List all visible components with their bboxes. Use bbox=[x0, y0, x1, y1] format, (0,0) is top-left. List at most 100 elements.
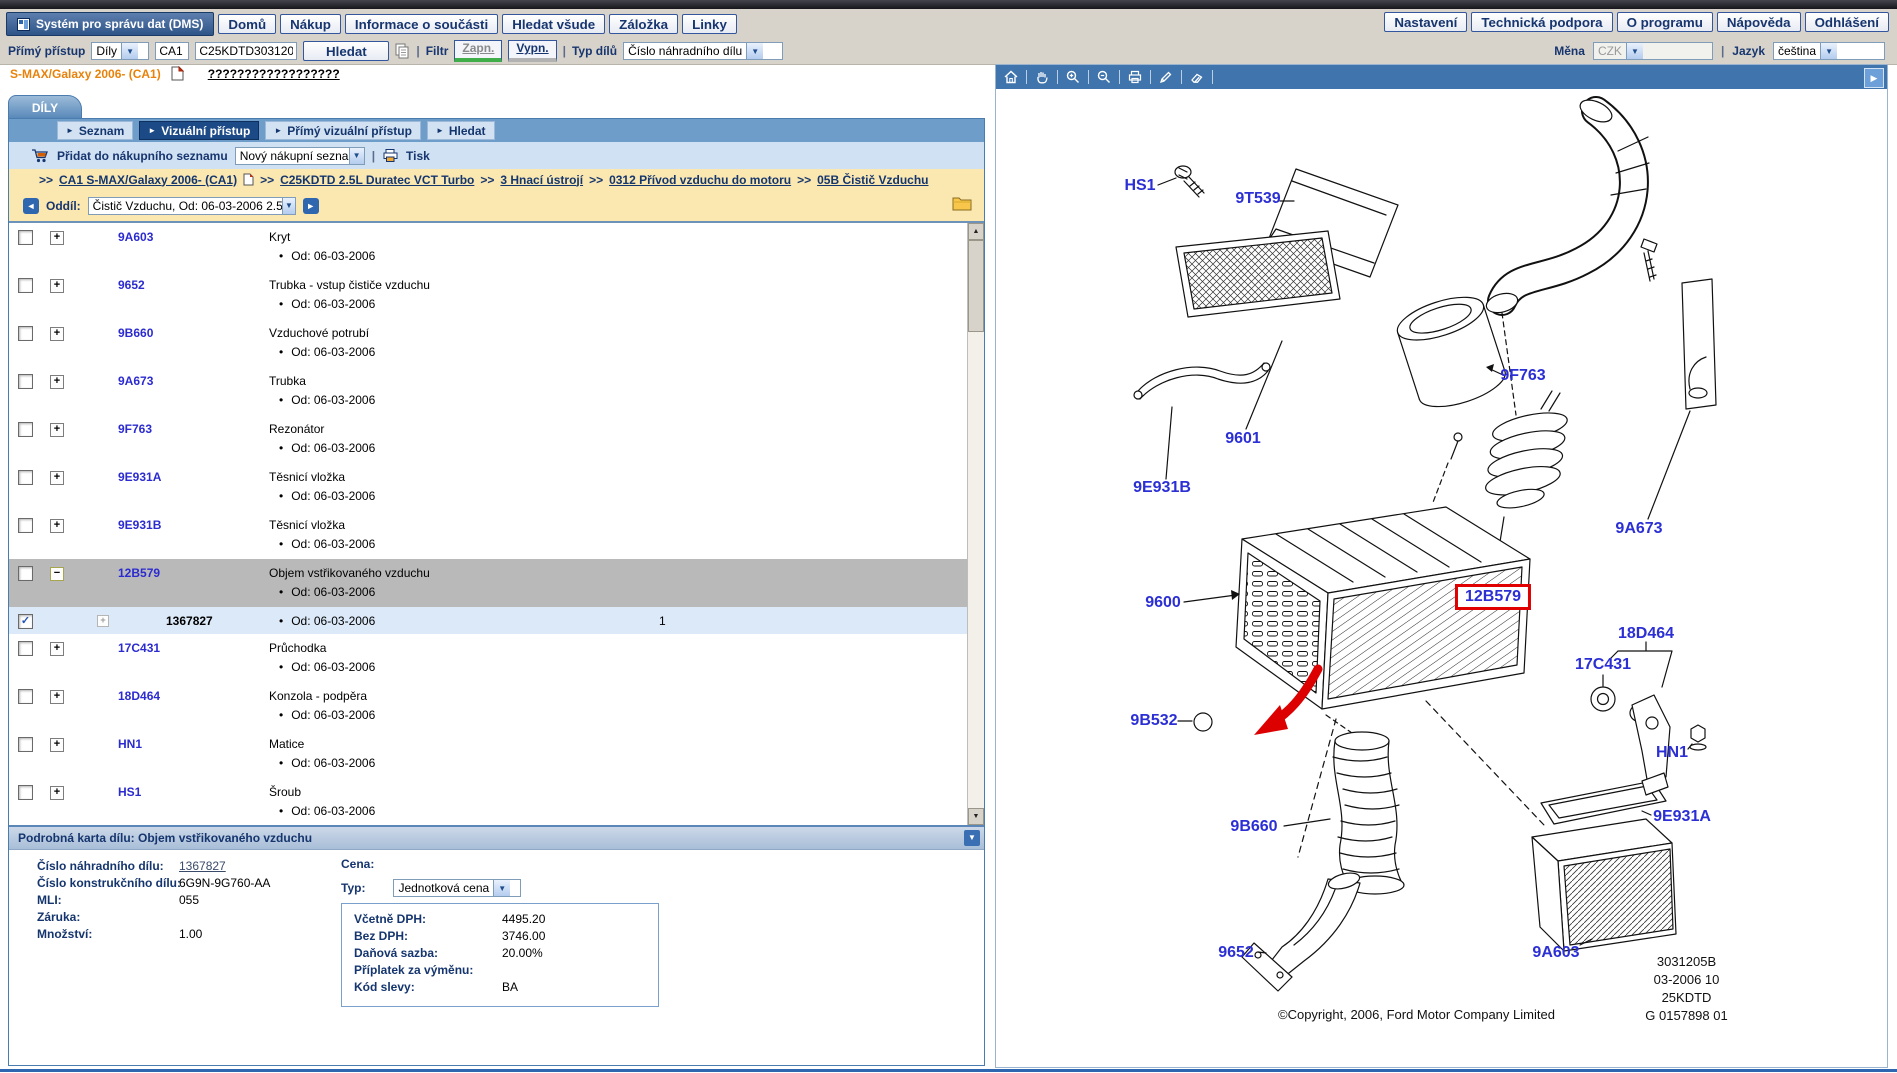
table-row-17C431[interactable]: +17C431Průchodka•Od: 06-03-2006 bbox=[9, 634, 967, 683]
row-checkbox[interactable]: ✓ bbox=[18, 614, 33, 629]
print-diagram-icon[interactable] bbox=[1120, 65, 1150, 89]
part-code-link[interactable]: 17C431 bbox=[118, 641, 160, 655]
diagram-label-12b579[interactable]: 12B579 bbox=[1455, 584, 1531, 610]
part-code-link[interactable]: 9F763 bbox=[118, 422, 152, 436]
collapse-detail-button[interactable]: ▼ bbox=[964, 830, 980, 846]
diagram-label-9e931b[interactable]: 9E931B bbox=[1133, 479, 1191, 497]
search-button[interactable]: Hledat bbox=[303, 41, 389, 61]
tab-dily[interactable]: DÍLY bbox=[8, 95, 82, 119]
zoom-out-icon[interactable] bbox=[1089, 65, 1119, 89]
expand-icon[interactable]: + bbox=[50, 786, 64, 800]
table-row-9A673[interactable]: +9A673Trubka•Od: 06-03-2006 bbox=[9, 367, 967, 416]
table-scrollbar[interactable]: ▲ ▼ bbox=[967, 223, 984, 825]
direct-access-select[interactable]: Díly▼ bbox=[91, 42, 149, 60]
section-select[interactable]: Čistič Vzduchu, Od: 06-03-2006 2.5L Dura… bbox=[88, 197, 296, 215]
menu-informace-o-sou-sti[interactable]: Informace o součásti bbox=[345, 14, 498, 34]
home-icon[interactable] bbox=[996, 65, 1026, 89]
menu-hledat-v-ude[interactable]: Hledat všude bbox=[502, 14, 605, 34]
view-button-vizu-ln-p-stup[interactable]: ►Vizuální přístup bbox=[139, 121, 259, 140]
menu-linky[interactable]: Linky bbox=[682, 14, 737, 34]
diagram-label-18d464[interactable]: 18D464 bbox=[1618, 625, 1674, 643]
expand-icon[interactable]: + bbox=[50, 519, 64, 533]
expand-icon[interactable]: + bbox=[50, 642, 64, 656]
copy-icon[interactable] bbox=[395, 43, 410, 59]
section-next-button[interactable]: ► bbox=[303, 198, 319, 214]
pan-hand-icon[interactable] bbox=[1027, 65, 1057, 89]
expand-panel-button[interactable]: ▶ bbox=[1864, 68, 1884, 88]
collapse-icon[interactable]: − bbox=[50, 567, 64, 581]
breadcrumb-item-ca1-s-max-galaxy-2006-ca1[interactable]: CA1 S-MAX/Galaxy 2006- (CA1) bbox=[59, 173, 237, 187]
expand-icon[interactable]: + bbox=[50, 423, 64, 437]
table-row-HN1[interactable]: +HN1Matice•Od: 06-03-2006 bbox=[9, 730, 967, 779]
expand-icon[interactable]: + bbox=[97, 615, 109, 627]
table-row-12B579[interactable]: −12B579Objem vstřikovaného vzduchu•Od: 0… bbox=[9, 559, 967, 608]
part-code-link[interactable]: 12B579 bbox=[118, 566, 160, 580]
pencil-icon[interactable] bbox=[1151, 65, 1181, 89]
row-checkbox[interactable] bbox=[18, 785, 33, 800]
diagram-label-9e931a[interactable]: 9E931A bbox=[1653, 808, 1711, 826]
row-checkbox[interactable] bbox=[18, 689, 33, 704]
row-checkbox[interactable] bbox=[18, 278, 33, 293]
view-button-seznam[interactable]: ►Seznam bbox=[57, 121, 133, 140]
menu-n-pov-da[interactable]: Nápověda bbox=[1717, 12, 1801, 32]
expand-icon[interactable]: + bbox=[50, 471, 64, 485]
zoom-in-icon[interactable] bbox=[1058, 65, 1088, 89]
row-checkbox[interactable] bbox=[18, 737, 33, 752]
price-type-select[interactable]: Jednotková cena▼ bbox=[393, 879, 521, 897]
diagram-label-9652[interactable]: 9652 bbox=[1218, 944, 1254, 962]
prefix-input[interactable] bbox=[155, 42, 189, 60]
expand-icon[interactable]: + bbox=[50, 738, 64, 752]
diagram-label-9t539[interactable]: 9T539 bbox=[1235, 190, 1280, 208]
row-checkbox[interactable] bbox=[18, 470, 33, 485]
menu-nastaven[interactable]: Nastavení bbox=[1384, 12, 1467, 32]
part-code-link[interactable]: 9A673 bbox=[118, 374, 153, 388]
shopping-list-select[interactable]: Nový nákupní seznam▼ bbox=[235, 147, 365, 165]
diagram-label-9b660[interactable]: 9B660 bbox=[1230, 818, 1277, 836]
menu-z-lo-ka[interactable]: Záložka bbox=[609, 14, 678, 34]
document-red-corner-icon[interactable] bbox=[171, 66, 184, 81]
scrollbar-thumb[interactable] bbox=[968, 240, 984, 332]
view-button-p-m-vizu-ln-p-stup[interactable]: ►Přímý vizuální přístup bbox=[265, 121, 421, 140]
table-row-9F763[interactable]: +9F763Rezonátor•Od: 06-03-2006 bbox=[9, 415, 967, 464]
scroll-up-button[interactable]: ▲ bbox=[968, 223, 984, 240]
menu-odhl-en[interactable]: Odhlášení bbox=[1805, 12, 1889, 32]
expand-icon[interactable]: + bbox=[50, 279, 64, 293]
diagram-label-9a673[interactable]: 9A673 bbox=[1615, 520, 1662, 538]
row-checkbox[interactable] bbox=[18, 641, 33, 656]
section-prev-button[interactable]: ◄ bbox=[23, 198, 39, 214]
diagram-label-17c431[interactable]: 17C431 bbox=[1575, 656, 1631, 674]
filter-on-button[interactable]: Zapn. bbox=[454, 40, 502, 62]
part-code-link[interactable]: HS1 bbox=[118, 785, 141, 799]
expand-icon[interactable]: + bbox=[50, 375, 64, 389]
row-checkbox[interactable] bbox=[18, 374, 33, 389]
part-code-link[interactable]: HN1 bbox=[118, 737, 142, 751]
table-row-HS1[interactable]: +HS1Šroub•Od: 06-03-2006 bbox=[9, 778, 967, 827]
breadcrumb-item-05b-isti-vzduchu[interactable]: 05B Čistič Vzduchu bbox=[817, 173, 928, 187]
row-checkbox[interactable] bbox=[18, 230, 33, 245]
table-subrow-1367827[interactable]: ✓+1367827•Od: 06-03-20061 bbox=[9, 607, 967, 635]
part-code-link[interactable]: 9A603 bbox=[118, 230, 153, 244]
scroll-down-button[interactable]: ▼ bbox=[968, 808, 984, 825]
table-row-9652[interactable]: +9652Trubka - vstup čističe vzduchu•Od: … bbox=[9, 271, 967, 320]
filter-off-button[interactable]: Vypn. bbox=[508, 40, 556, 62]
part-code-link[interactable]: 18D464 bbox=[118, 689, 160, 703]
row-checkbox[interactable] bbox=[18, 518, 33, 533]
part-code-link[interactable]: 9E931A bbox=[118, 470, 161, 484]
add-to-shopping-list-button[interactable]: Přidat do nákupního seznamu bbox=[57, 149, 228, 163]
breadcrumb-item-3-hnac-stroj[interactable]: 3 Hnací ústrojí bbox=[500, 173, 583, 187]
diagram-label-9600[interactable]: 9600 bbox=[1145, 594, 1181, 612]
app-brand-button[interactable]: Systém pro správu dat (DMS) bbox=[6, 12, 214, 36]
diagram-label-9f763[interactable]: 9F763 bbox=[1500, 367, 1545, 385]
table-row-9B660[interactable]: +9B660Vzduchové potrubí•Od: 06-03-2006 bbox=[9, 319, 967, 368]
table-row-9A603[interactable]: +9A603Kryt•Od: 06-03-2006 bbox=[9, 223, 967, 272]
view-button-hledat[interactable]: ►Hledat bbox=[427, 121, 495, 140]
expand-icon[interactable]: + bbox=[50, 327, 64, 341]
table-row-9E931B[interactable]: +9E931BTěsnicí vložka•Od: 06-03-2006 bbox=[9, 511, 967, 560]
breadcrumb-item-c25kdtd-2-5l-duratec-vct-turbo[interactable]: C25KDTD 2.5L Duratec VCT Turbo bbox=[280, 173, 474, 187]
part-number-link[interactable]: 1367827 bbox=[179, 859, 226, 873]
menu-technick-podpora[interactable]: Technická podpora bbox=[1471, 12, 1612, 32]
expand-icon[interactable]: + bbox=[50, 231, 64, 245]
row-checkbox[interactable] bbox=[18, 326, 33, 341]
part-code-link[interactable]: 9652 bbox=[118, 278, 145, 292]
language-select[interactable]: čeština▼ bbox=[1773, 42, 1885, 60]
